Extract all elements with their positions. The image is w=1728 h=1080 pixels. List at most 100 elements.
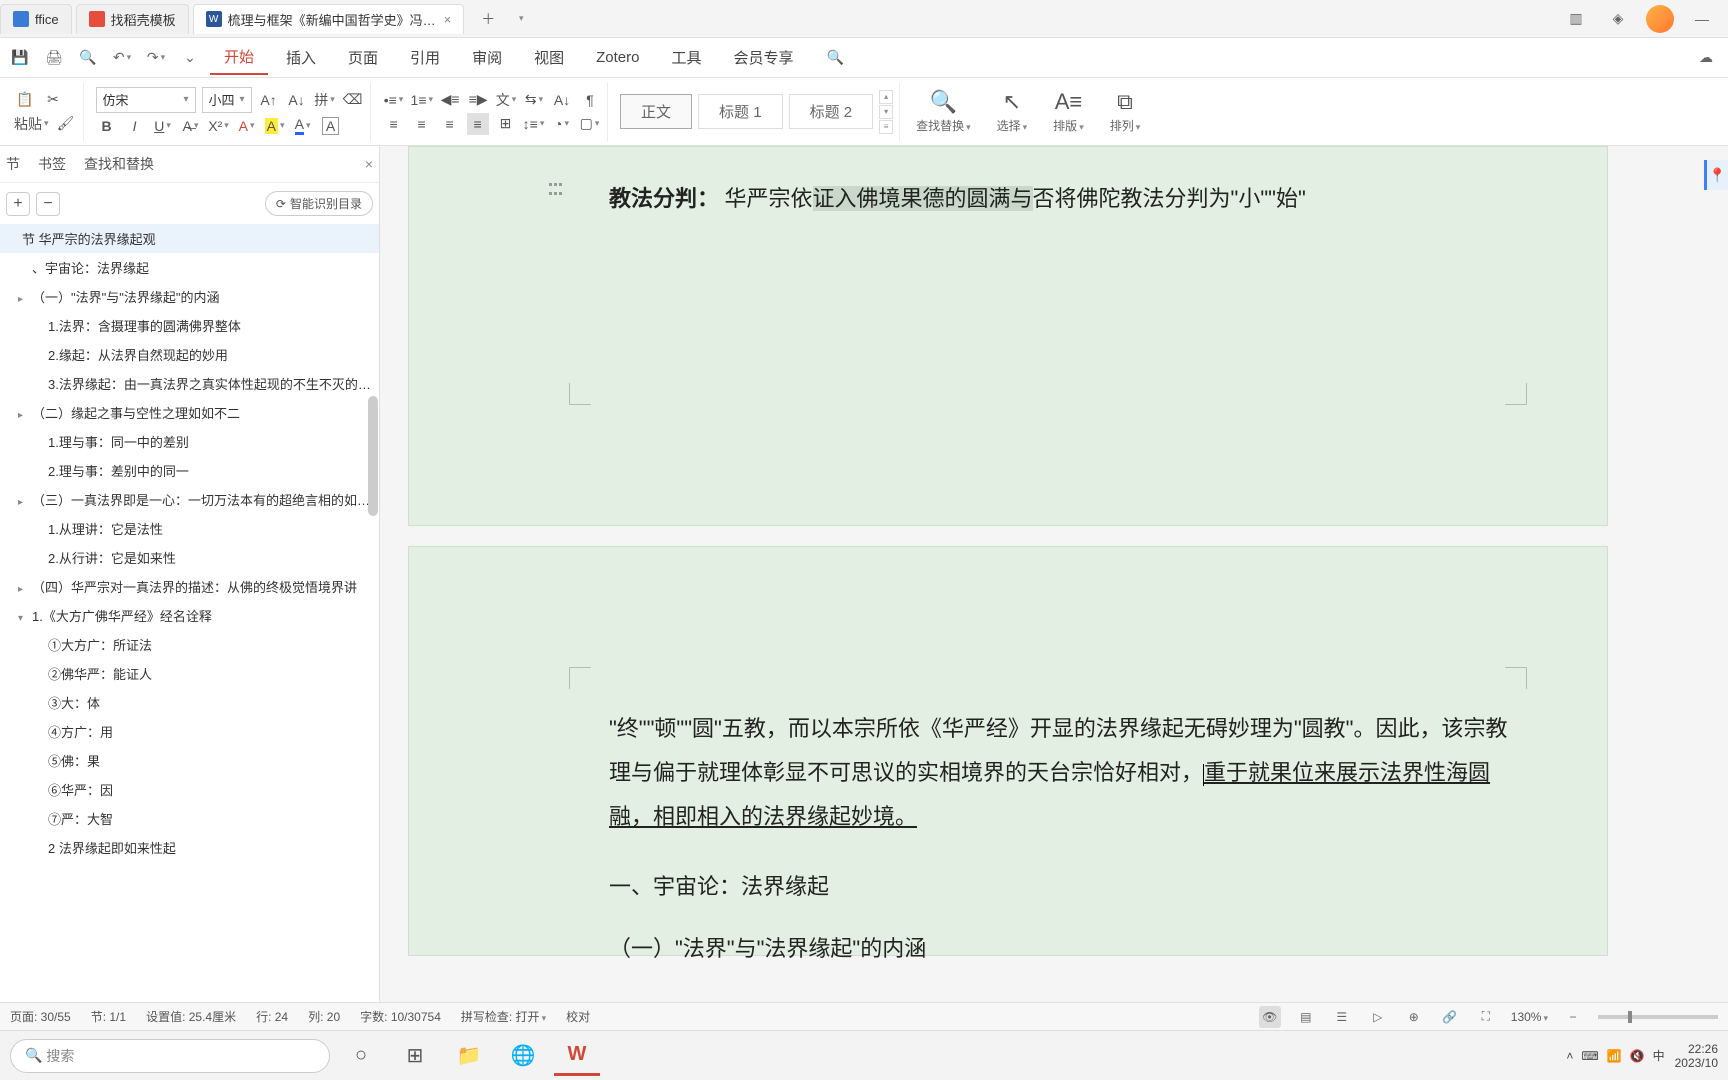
tab-office[interactable]: ffice (0, 4, 72, 34)
toc-item[interactable]: 2.从行讲：它是如来性 (0, 543, 379, 572)
underline-icon[interactable]: U (152, 115, 174, 137)
style-normal[interactable]: 正文 (620, 94, 692, 129)
tab-template[interactable]: 找稻壳模板 (76, 4, 189, 34)
numbering-icon[interactable]: 1≡ (411, 89, 434, 111)
style-heading1[interactable]: 标题 1 (698, 94, 783, 129)
cloud-icon[interactable]: ☁ (1692, 44, 1720, 72)
menu-start[interactable]: 开始 (210, 40, 268, 75)
status-page[interactable]: 页面: 30/55 (10, 1008, 71, 1025)
strike-icon[interactable]: A̶ (180, 115, 202, 137)
superscript-icon[interactable]: X² (208, 115, 230, 137)
search-icon[interactable]: 🔍 (821, 44, 849, 72)
location-marker-icon[interactable]: 📍 (1704, 160, 1728, 190)
layout-button[interactable]: A≡ 排版 (1043, 82, 1094, 142)
indent-right-icon[interactable]: ≡▶ (467, 89, 489, 111)
toc-item[interactable]: 1.法界：含摄理事的圆满佛界整体 (0, 311, 379, 340)
increase-font-icon[interactable]: A↑ (258, 89, 280, 111)
toc-item[interactable]: 2 法界缘起即如来性起 (0, 833, 379, 862)
preview-icon[interactable]: 🔍 (74, 44, 102, 72)
format-painter-icon[interactable]: 🖌 (55, 113, 77, 135)
toc-item[interactable]: ⑤佛：果 (0, 746, 379, 775)
panel-icon[interactable]: ▥ (1562, 5, 1590, 33)
new-tab-button[interactable]: ＋ (476, 7, 500, 31)
taskview-icon[interactable]: ⊞ (392, 1036, 438, 1076)
toc-item[interactable]: ▾1.《大方广佛华严经》经名诠释 (0, 601, 379, 630)
decrease-font-icon[interactable]: A↓ (286, 89, 308, 111)
char-border-icon[interactable]: A (320, 115, 342, 137)
status-col[interactable]: 列: 20 (308, 1008, 340, 1025)
text-effect-icon[interactable]: A (236, 115, 258, 137)
status-row[interactable]: 行: 24 (256, 1008, 288, 1025)
sort-icon[interactable]: A↓ (551, 89, 573, 111)
outline-icon[interactable]: ☰ (1331, 1006, 1353, 1028)
clear-format-icon[interactable]: ⌫ (342, 89, 364, 111)
toc-item[interactable]: ▸（三）一真法界即是一心：一切万法本有的超绝言相的如如实相 (0, 485, 379, 514)
italic-icon[interactable]: I (124, 115, 146, 137)
document-area[interactable]: 📍 教法分判： 华严宗依证入佛境果德的圆满与否将佛陀教法分判为"小""始" "终… (380, 146, 1728, 1030)
more-quick-icon[interactable]: ⌄ (176, 44, 204, 72)
tab-document[interactable]: W 梳理与框架《新编中国哲学史》冯… × (193, 4, 465, 34)
toc-item[interactable]: ②佛华严：能证人 (0, 659, 379, 688)
style-gallery-scroll[interactable]: ▴▾≡ (879, 90, 893, 134)
avatar[interactable] (1646, 5, 1674, 33)
font-size-select[interactable]: 小四▾ (202, 87, 252, 113)
drag-handle-icon[interactable] (549, 183, 565, 199)
new-tab-menu[interactable] (508, 7, 532, 31)
menu-review[interactable]: 审阅 (458, 41, 516, 74)
borders-icon[interactable]: ▢ (579, 113, 601, 135)
sidetab-sections[interactable]: 节 (6, 154, 20, 174)
redo-icon[interactable]: ↷ (142, 44, 170, 72)
os-search-input[interactable]: 🔍 搜索 (10, 1039, 330, 1073)
toc-item[interactable]: ①大方广：所证法 (0, 630, 379, 659)
style-heading2[interactable]: 标题 2 (789, 94, 874, 129)
keyboard-icon[interactable]: ⌨ (1581, 1049, 1598, 1063)
status-position[interactable]: 设置值: 25.4厘米 (146, 1008, 236, 1025)
sidetab-bookmarks[interactable]: 书签 (38, 154, 66, 174)
toc-item[interactable]: ⑦严：大智 (0, 804, 379, 833)
ime-indicator[interactable]: 中 (1653, 1047, 1665, 1064)
minimize-icon[interactable]: — (1688, 5, 1716, 33)
indent-left-icon[interactable]: ◀≡ (439, 89, 461, 111)
line-spacing-icon[interactable]: ↕≡ (523, 113, 545, 135)
volume-icon[interactable]: 🔇 (1630, 1049, 1645, 1063)
print-layout-icon[interactable]: ▤ (1295, 1006, 1317, 1028)
toc-item[interactable]: ④方广：用 (0, 717, 379, 746)
smart-toc-button[interactable]: ⟳ 智能识别目录 (265, 191, 373, 216)
toc-item[interactable]: 1.理与事：同一中的差别 (0, 427, 379, 456)
save-icon[interactable]: 💾 (6, 44, 34, 72)
shading-icon[interactable]: ◔ (551, 113, 573, 135)
chevron-up-icon[interactable]: ˄ (1566, 1049, 1573, 1063)
toc-item[interactable]: 2.缘起：从法界自然现起的妙用 (0, 340, 379, 369)
print-icon[interactable]: 🖨 (40, 44, 68, 72)
toc-item[interactable]: ▸（四）华严宗对一真法界的描述：从佛的终极觉悟境界讲 (0, 572, 379, 601)
collapse-button[interactable]: − (36, 192, 60, 216)
toc-item[interactable]: ▸（二）缘起之事与空性之理如如不二 (0, 398, 379, 427)
menu-tools[interactable]: 工具 (657, 41, 715, 74)
clock[interactable]: 22:26 2023/10 (1675, 1042, 1718, 1070)
expand-button[interactable]: + (6, 192, 30, 216)
cortana-icon[interactable]: ○ (338, 1036, 384, 1076)
select-button[interactable]: ↖ 选择 (987, 82, 1038, 142)
toc-item[interactable]: ③大：体 (0, 688, 379, 717)
status-words[interactable]: 字数: 10/30754 (360, 1008, 441, 1025)
highlight-icon[interactable]: A (264, 115, 286, 137)
wps-icon[interactable]: W (554, 1036, 600, 1076)
menu-insert[interactable]: 插入 (272, 41, 330, 74)
find-replace-button[interactable]: 🔍 查找替换 (906, 82, 981, 142)
toc-item[interactable]: 3.法界缘起：由一真法界之真实体性起现的不生不灭的妙法 (0, 369, 379, 398)
zoom-slider[interactable] (1598, 1015, 1718, 1019)
undo-icon[interactable]: ↶ (108, 44, 136, 72)
font-color-icon[interactable]: A (292, 115, 314, 137)
show-marks-icon[interactable]: ¶ (579, 89, 601, 111)
fullscreen-icon[interactable]: ⛶ (1475, 1006, 1497, 1028)
text-direction-icon[interactable]: 文 (495, 89, 517, 111)
status-spellcheck[interactable]: 拼写检查: 打开 (461, 1008, 546, 1025)
sidetab-findreplace[interactable]: 查找和替换 (84, 154, 154, 174)
cube-icon[interactable]: ◈ (1604, 5, 1632, 33)
status-mode[interactable]: 校对 (566, 1008, 590, 1025)
status-section[interactable]: 节: 1/1 (91, 1008, 126, 1025)
link-icon[interactable]: 🔗 (1439, 1006, 1461, 1028)
align-center-icon[interactable]: ≡ (411, 113, 433, 135)
font-name-select[interactable]: 仿宋▾ (96, 87, 196, 113)
web-layout-icon[interactable]: ⊕ (1403, 1006, 1425, 1028)
